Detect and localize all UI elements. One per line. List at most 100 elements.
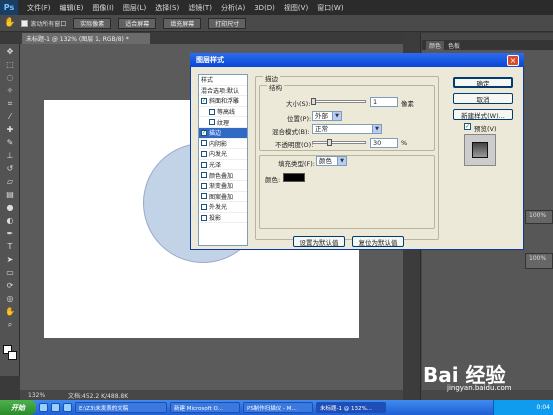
style-list-header[interactable]: 样式: [199, 75, 247, 86]
size-slider-knob[interactable]: [311, 98, 316, 105]
ie-icon[interactable]: [39, 403, 48, 412]
size-label: 大小(S):: [286, 100, 311, 108]
menu-file[interactable]: 文件(F): [27, 3, 51, 13]
healing-brush-tool-icon[interactable]: ✚: [3, 124, 17, 135]
tray-clock[interactable]: 0:04: [537, 404, 550, 411]
opacity-slider-knob[interactable]: [327, 139, 332, 146]
size-slider[interactable]: [312, 100, 366, 103]
lasso-tool-icon[interactable]: ◌: [3, 72, 17, 83]
inner-shadow-item[interactable]: 内阴影: [199, 139, 247, 150]
dodge-tool-icon[interactable]: ◐: [3, 215, 17, 226]
shape-tool-icon[interactable]: ▭: [3, 267, 17, 278]
menu-3d[interactable]: 3D(D): [254, 4, 275, 12]
ok-button[interactable]: 确定: [453, 77, 513, 88]
type-tool-icon[interactable]: T: [3, 241, 17, 252]
menu-window[interactable]: 窗口(W): [317, 3, 343, 13]
taskbar-item-document[interactable]: PS制作扫描仪 - M...: [243, 402, 313, 413]
new-style-button[interactable]: 新建样式(W)...: [453, 109, 513, 120]
blur-tool-icon[interactable]: ●: [3, 202, 17, 213]
3d-orbit-tool-icon[interactable]: ◎: [3, 293, 17, 304]
reset-default-button[interactable]: 复位为默认值: [352, 236, 404, 247]
contour-item[interactable]: 等高线: [199, 107, 247, 118]
checkbox[interactable]: [201, 182, 207, 189]
drop-shadow-item[interactable]: 投影: [199, 213, 247, 224]
background-color-swatch[interactable]: [8, 351, 17, 360]
print-size-button[interactable]: 打印尺寸: [208, 17, 247, 29]
position-value: 外部: [315, 112, 328, 120]
actual-pixels-button[interactable]: 实际像素: [73, 17, 112, 29]
desktop-icon[interactable]: [51, 403, 60, 412]
fill-field[interactable]: 100%: [525, 253, 553, 269]
preview-checkbox[interactable]: ✓: [464, 123, 471, 130]
inner-glow-item[interactable]: 内发光: [199, 149, 247, 160]
taskbar-item-word[interactable]: 新建 Microsoft O...: [170, 402, 240, 413]
document-tab[interactable]: 未标题-1 @ 132% (图层 1, RGB/8) *: [22, 33, 150, 44]
eyedropper-tool-icon[interactable]: ⁄: [3, 111, 17, 122]
checkbox[interactable]: [201, 140, 207, 147]
start-button[interactable]: 开始: [0, 400, 36, 415]
gradient-tool-icon[interactable]: ▤: [3, 189, 17, 200]
menu-image[interactable]: 图像(I): [92, 3, 114, 13]
3d-rotate-tool-icon[interactable]: ⟳: [3, 280, 17, 291]
crop-tool-icon[interactable]: ⌗: [3, 98, 17, 109]
hand-tool-icon[interactable]: ✋: [3, 306, 17, 317]
tab-swatches[interactable]: 色板: [448, 41, 460, 50]
menu-layer[interactable]: 图层(L): [123, 3, 146, 13]
move-tool-icon[interactable]: ✥: [3, 46, 17, 57]
color-overlay-item[interactable]: 颜色叠加: [199, 170, 247, 181]
stroke-item[interactable]: ✓ 描边: [199, 127, 247, 139]
zoom-level[interactable]: 132%: [28, 392, 68, 399]
path-selection-tool-icon[interactable]: ➤: [3, 254, 17, 265]
bevel-emboss-item[interactable]: ✓ 斜面和浮雕: [199, 96, 247, 107]
clone-stamp-tool-icon[interactable]: ⊥: [3, 150, 17, 161]
checkbox[interactable]: [201, 203, 207, 210]
satin-item[interactable]: 光泽: [199, 160, 247, 171]
gradient-overlay-item[interactable]: 渐变叠加: [199, 181, 247, 192]
menu-analysis[interactable]: 分析(A): [221, 3, 245, 13]
fill-type-select[interactable]: 颜色 ▼: [316, 156, 347, 166]
opacity-input[interactable]: 30: [370, 138, 398, 148]
list-item-label: 光泽: [209, 162, 222, 170]
media-icon[interactable]: [63, 403, 72, 412]
menu-view[interactable]: 视图(V): [284, 3, 308, 13]
fill-screen-button[interactable]: 填充屏幕: [163, 17, 202, 29]
menu-filter[interactable]: 滤镜(T): [188, 3, 212, 13]
taskbar-item-photoshop[interactable]: 未标题-1 @ 132%...: [316, 402, 386, 413]
taskbar-item-explorer[interactable]: E:\Z3\未发表的文稿: [75, 402, 167, 413]
scroll-all-windows-checkbox[interactable]: [21, 19, 29, 27]
checkbox[interactable]: [201, 172, 207, 179]
position-select[interactable]: 外部 ▼: [312, 111, 342, 121]
checkbox[interactable]: [201, 214, 207, 221]
close-icon[interactable]: ×: [507, 55, 519, 66]
checkbox[interactable]: [201, 193, 207, 200]
opacity-slider[interactable]: [312, 141, 366, 144]
magic-wand-tool-icon[interactable]: ✧: [3, 85, 17, 96]
texture-item[interactable]: 纹理: [199, 117, 247, 128]
size-input[interactable]: 1: [370, 97, 398, 107]
checkbox[interactable]: [201, 150, 207, 157]
zoom-tool-icon[interactable]: ⌕: [3, 319, 17, 330]
checkbox[interactable]: ✓: [201, 97, 207, 104]
checkbox[interactable]: [209, 108, 215, 115]
checkbox[interactable]: [201, 161, 207, 168]
pattern-overlay-item[interactable]: 图案叠加: [199, 192, 247, 203]
set-default-button[interactable]: 设置为默认值: [293, 236, 345, 247]
blending-options-item[interactable]: 混合选项:默认: [199, 86, 247, 97]
opacity-field[interactable]: 100%: [525, 210, 553, 224]
eraser-tool-icon[interactable]: ▱: [3, 176, 17, 187]
pen-tool-icon[interactable]: ✒: [3, 228, 17, 239]
marquee-tool-icon[interactable]: ⬚: [3, 59, 17, 70]
checkbox[interactable]: ✓: [201, 129, 207, 136]
stroke-color-swatch[interactable]: [283, 173, 305, 182]
brush-tool-icon[interactable]: ✎: [3, 137, 17, 148]
history-brush-tool-icon[interactable]: ↺: [3, 163, 17, 174]
outer-glow-item[interactable]: 外发光: [199, 202, 247, 213]
cancel-button[interactable]: 取消: [453, 93, 513, 104]
tab-color[interactable]: 颜色: [426, 40, 445, 50]
blend-mode-select[interactable]: 正常 ▼: [312, 124, 382, 134]
fit-screen-button[interactable]: 适合屏幕: [118, 17, 157, 29]
menu-edit[interactable]: 编辑(E): [60, 3, 84, 13]
checkbox[interactable]: [209, 119, 215, 126]
list-item-label: 描边: [209, 130, 222, 138]
menu-select[interactable]: 选择(S): [155, 3, 179, 13]
